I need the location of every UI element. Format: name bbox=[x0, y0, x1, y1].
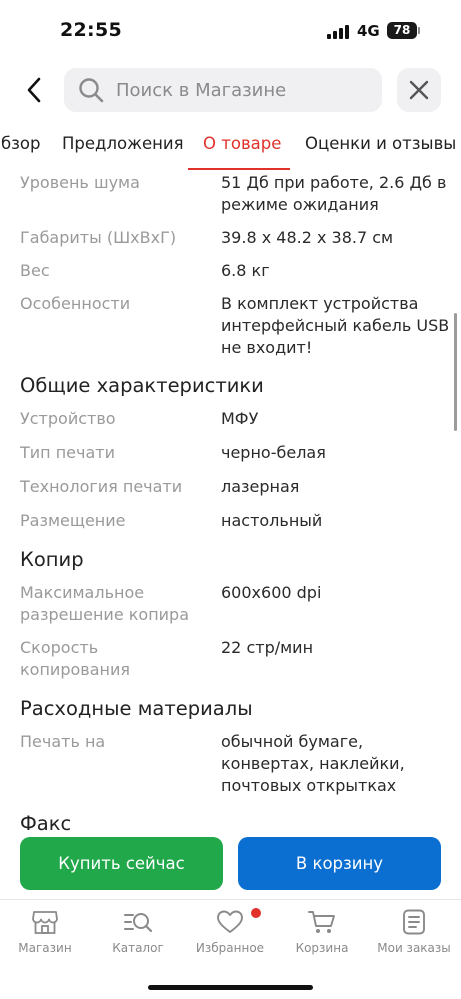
product-specs: Уровень шума 51 Дб при работе, 2.6 Дб в … bbox=[0, 172, 461, 832]
tab-reviews[interactable]: Оценки и отзывы bbox=[305, 128, 456, 170]
spec-value: 51 Дб при работе, 2.6 Дб в режиме ожидан… bbox=[221, 173, 447, 214]
nav-item-cart[interactable]: Корзина bbox=[277, 908, 367, 955]
section-title-fax: Факс bbox=[20, 812, 72, 832]
favorites-badge bbox=[251, 908, 261, 918]
spec-label: Устройство bbox=[20, 409, 116, 428]
spec-value: черно-белая bbox=[221, 443, 326, 462]
spec-label: Особенности bbox=[20, 294, 131, 313]
search-icon bbox=[79, 78, 104, 103]
network-type: 4G bbox=[357, 22, 380, 40]
spec-value: В комплект устройства интерфейсный кабел… bbox=[221, 294, 450, 357]
spec-label: Максимальное разрешение копира bbox=[20, 583, 190, 624]
spec-label: Тип печати bbox=[20, 443, 115, 462]
battery-tip bbox=[418, 27, 420, 34]
spec-value: 6.8 кг bbox=[221, 261, 270, 280]
nav-label: Избранное bbox=[195, 941, 265, 955]
spec-label: Уровень шума bbox=[20, 173, 140, 192]
active-tab-indicator bbox=[188, 168, 290, 170]
spec-value: настольный bbox=[221, 511, 323, 530]
spec-value: лазерная bbox=[221, 477, 300, 496]
close-button[interactable] bbox=[397, 68, 441, 112]
status-bar: 22:55 4G 78 bbox=[0, 0, 461, 60]
nav-item-store[interactable]: Магазин bbox=[0, 908, 90, 955]
tab-bar: Обзор Предложения О товаре Оценки и отзы… bbox=[0, 128, 461, 172]
nav-label: Каталог bbox=[112, 941, 164, 955]
tab-offers[interactable]: Предложения bbox=[62, 128, 184, 170]
status-time: 22:55 bbox=[60, 19, 122, 41]
spec-label: Скорость копирования bbox=[20, 638, 130, 679]
orders-icon bbox=[403, 909, 425, 935]
spec-value: 22 стр/мин bbox=[221, 638, 314, 657]
spec-value: 600x600 dpi bbox=[221, 583, 322, 602]
section-title-consumables: Расходные материалы bbox=[20, 697, 253, 720]
battery-icon: 78 bbox=[387, 22, 417, 39]
nav-label: Магазин bbox=[18, 941, 72, 955]
spec-label: Технология печати bbox=[20, 477, 183, 496]
spec-value: МФУ bbox=[221, 409, 259, 428]
tab-overview[interactable]: Обзор bbox=[0, 128, 41, 170]
cellular-signal-icon bbox=[327, 25, 349, 39]
buy-now-button[interactable]: Купить сейчас bbox=[20, 837, 223, 890]
spec-value: обычной бумаге, конвертах, наклейки, поч… bbox=[221, 732, 405, 795]
section-title-copier: Копир bbox=[20, 548, 84, 571]
nav-item-catalog[interactable]: Каталог bbox=[93, 908, 183, 955]
cart-icon bbox=[308, 911, 335, 933]
spec-label: Размещение bbox=[20, 511, 126, 530]
spec-label: Габариты (ШxВxГ) bbox=[20, 228, 177, 247]
nav-item-orders[interactable]: Мои заказы bbox=[369, 908, 459, 955]
search-input[interactable] bbox=[116, 68, 366, 112]
close-icon bbox=[409, 80, 429, 100]
spec-label: Печать на bbox=[20, 732, 106, 751]
back-button[interactable] bbox=[18, 72, 50, 108]
home-indicator bbox=[148, 985, 313, 990]
nav-label: Мои заказы bbox=[377, 941, 451, 955]
scrollbar[interactable] bbox=[454, 313, 457, 431]
chevron-left-icon bbox=[27, 77, 41, 103]
add-to-cart-button[interactable]: В корзину bbox=[238, 837, 441, 890]
catalog-search-icon bbox=[124, 913, 153, 933]
search-bar[interactable] bbox=[64, 68, 382, 112]
nav-label: Корзина bbox=[295, 941, 349, 955]
store-icon bbox=[32, 911, 58, 934]
section-title-general: Общие характеристики bbox=[20, 374, 264, 397]
heart-icon bbox=[217, 910, 243, 933]
spec-label: Вес bbox=[20, 261, 50, 280]
tab-about-product[interactable]: О товаре bbox=[203, 128, 281, 170]
nav-item-favorites[interactable]: Избранное bbox=[185, 908, 275, 955]
bottom-nav: Магазин Каталог Избранное Корзина Мои за… bbox=[0, 899, 461, 999]
spec-value: 39.8 x 48.2 x 38.7 см bbox=[221, 228, 394, 247]
